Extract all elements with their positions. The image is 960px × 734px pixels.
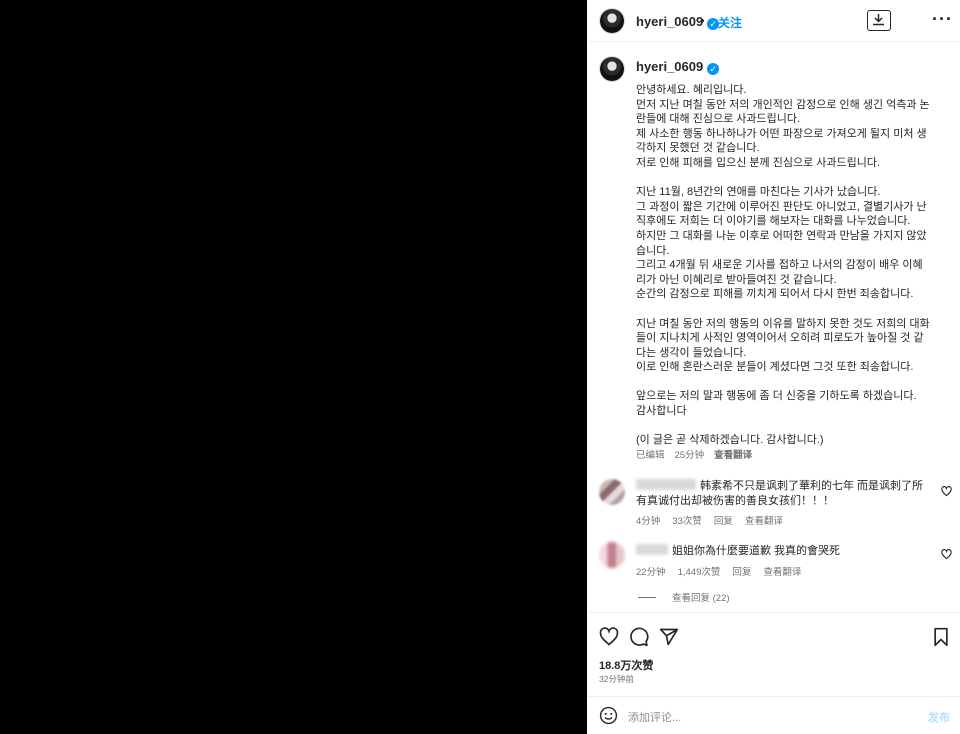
- blurred-username[interactable]: [636, 479, 696, 490]
- caption-line: 직후에도 저희는 더 이야기를 해보자는 대화를 나누었습니다.: [636, 215, 911, 228]
- reply-button[interactable]: 回复: [714, 516, 733, 527]
- comment-text: 姐姐你為什麼要道歉 我真的會哭死: [636, 544, 926, 559]
- caption-spacer: [636, 419, 936, 434]
- caption-line: 순간의 감정으로 피해를 끼치게 되어서 다시 한번 죄송합니다.: [636, 288, 914, 301]
- caption-line: 습니다.: [636, 244, 670, 257]
- post-media[interactable]: [0, 0, 587, 734]
- caption-line: 들이 지나치게 사적인 영역이어서 오히려 피로도가 높아질 것 같: [636, 332, 924, 345]
- caption-line: 그리고 4개월 뒤 새로운 기사를 접하고 나서의 감정이 배우 이혜: [636, 259, 923, 272]
- see-translation-button[interactable]: 查看翻译: [745, 516, 783, 527]
- save-icon[interactable]: [932, 627, 950, 647]
- like-comment-icon[interactable]: [941, 486, 952, 497]
- follow-button[interactable]: 关注: [718, 14, 742, 31]
- more-options-button[interactable]: ···: [932, 9, 953, 30]
- caption-username-text[interactable]: hyeri_0609: [636, 59, 703, 74]
- emoji-icon[interactable]: [599, 706, 618, 725]
- caption-line: 안녕하세요. 혜리입니다.: [636, 84, 747, 96]
- caption-line: 저로 인해 피해를 입으신 분께 진심으로 사과드립니다.: [636, 156, 881, 169]
- caption-spacer: [636, 171, 936, 186]
- caption-line: 지난 며칠 동안 저의 행동의 이유를 말하지 못한 것도 저희의 대화: [636, 317, 930, 330]
- like-count[interactable]: 18.8万次赞: [599, 657, 653, 673]
- caption-line: 먼저 지난 며칠 동안 저의 개인적인 감정으로 인해 생긴 억측과 논: [636, 98, 930, 111]
- caption-line: 각하지 못했던 것 같습니다.: [636, 142, 760, 155]
- download-icon[interactable]: [867, 10, 891, 31]
- avatar[interactable]: [599, 8, 625, 34]
- caption-spacer: [636, 302, 936, 317]
- like-comment-icon[interactable]: [941, 549, 952, 560]
- verified-badge-icon: ✓: [707, 63, 720, 75]
- post-side-panel: hyeri_0609 ✓ • 关注 ··· hyeri_0609 ✓ 안녕하세요. …: [587, 0, 960, 734]
- comment-icon[interactable]: [629, 627, 649, 647]
- comment-body: 姐姐你為什麼要道歉 我真的會哭死: [672, 545, 841, 557]
- caption-line: 제 사소한 행동 하나하나가 어떤 파장으로 가져오게 될지 미처 생: [636, 127, 927, 140]
- caption-line: (이 글은 곧 삭제하겠습니다. 감사합니다.): [636, 434, 824, 447]
- caption-line: 란들에 대해 진심으로 사과드립니다.: [636, 113, 801, 126]
- see-translation-button[interactable]: 查看翻译: [714, 450, 752, 461]
- caption-line: 지난 11월, 8년간의 연애를 마친다는 기사가 났습니다.: [636, 186, 881, 199]
- separator: •: [700, 13, 705, 28]
- commenter-avatar[interactable]: [599, 479, 625, 505]
- caption-spacer: [636, 375, 936, 390]
- like-icon[interactable]: [599, 627, 619, 647]
- reply-button[interactable]: 回复: [732, 567, 751, 578]
- caption-line: 이로 인해 혼란스러운 분들이 계셨다면 그것 또한 죄송합니다.: [636, 361, 914, 374]
- comment-age: 22分钟: [636, 567, 666, 578]
- blurred-username[interactable]: [636, 544, 668, 555]
- add-comment-bar: 添加评论... 发布: [587, 696, 960, 734]
- share-icon[interactable]: [659, 627, 679, 647]
- post-header: hyeri_0609 ✓ • 关注 ···: [587, 0, 960, 42]
- caption-avatar[interactable]: [599, 56, 625, 82]
- comment-input[interactable]: 添加评论...: [628, 709, 681, 725]
- caption-line: 리가 아닌 이혜리로 받아들여진 것 같습니다.: [636, 273, 837, 286]
- comment-meta: 22分钟 1,449次赞 回复 查看翻译: [636, 564, 813, 578]
- post-comment-button[interactable]: 发布: [928, 709, 950, 725]
- commenter-avatar[interactable]: [599, 542, 625, 568]
- caption-username[interactable]: hyeri_0609 ✓: [636, 59, 720, 75]
- caption-text: 안녕하세요. 혜리입니다. 먼저 지난 며칠 동안 저의 개인적인 감정으로 인해…: [636, 83, 936, 448]
- comment-like-count[interactable]: 1,449次赞: [678, 567, 721, 578]
- author-username[interactable]: hyeri_0609 ✓: [636, 14, 720, 30]
- post-actions: 18.8万次赞 32分钟前: [587, 612, 960, 694]
- caption-line: 다는 생각이 들었습니다.: [636, 346, 747, 359]
- caption-meta: 已编辑 25分钟 查看翻译: [636, 447, 762, 461]
- comment-meta: 4分钟 33次赞 回复 查看翻译: [636, 513, 795, 527]
- caption-age: 25分钟: [674, 450, 705, 461]
- caption-line: 앞으로는 저의 말과 행동에 좀 더 신중을 기하도록 하겠습니다.: [636, 390, 917, 403]
- caption-line: 감사합니다: [636, 405, 687, 418]
- post-timestamp[interactable]: 32分钟前: [599, 673, 634, 685]
- comment-text: 韩素希不只是讽刺了華利的七年 而是讽刺了所有真诚付出却被伤害的善良女孩们！！！: [636, 479, 926, 508]
- edited-label: 已编辑: [636, 450, 665, 461]
- author-username-text[interactable]: hyeri_0609: [636, 14, 703, 29]
- view-replies-button[interactable]: 查看回复 (22): [638, 590, 730, 604]
- see-translation-button[interactable]: 查看翻译: [763, 567, 801, 578]
- comment-age: 4分钟: [636, 516, 661, 527]
- comment-like-count[interactable]: 33次赞: [672, 516, 702, 527]
- caption-line: 하지만 그 대화를 나눈 이후로 어떠한 연락과 만남을 가지지 않았: [636, 229, 927, 242]
- caption-line: 그 과정이 짧은 기간에 이루어진 판단도 아니었고, 결별기사가 난: [636, 200, 927, 213]
- reply-divider: [638, 597, 656, 598]
- view-replies-label[interactable]: 查看回复 (22): [672, 593, 730, 604]
